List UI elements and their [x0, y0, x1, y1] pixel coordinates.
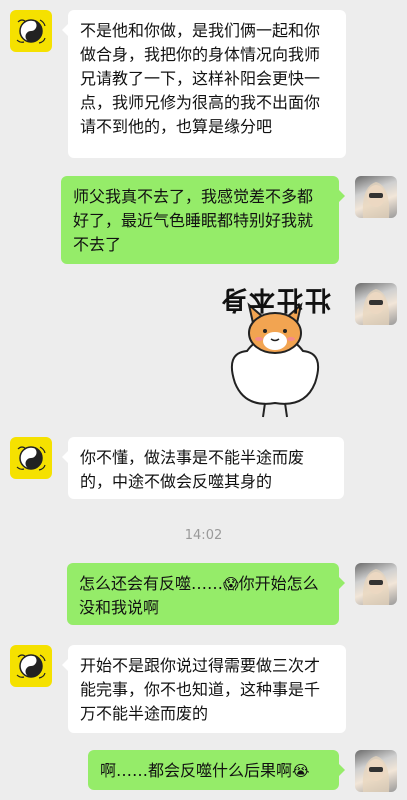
- crying-emoji-icon: 😭: [292, 762, 310, 780]
- taiji-avatar-icon: [16, 19, 46, 44]
- message-text: 啊……都会反噬什么后果啊😭: [100, 759, 327, 783]
- user-avatar[interactable]: [355, 750, 397, 792]
- user-photo-avatar-icon: [362, 569, 390, 605]
- message-text: 不是他和你做，是我们俩一起和你做合身，我把你的身体情况向我师兄请教了一下，这样补…: [80, 21, 321, 136]
- message-bubble[interactable]: 你不懂，做法事是不能半途而废的，中途不做会反噬其身的: [62, 437, 344, 499]
- user-photo-avatar-icon: [362, 756, 390, 792]
- master-avatar[interactable]: [10, 437, 52, 479]
- message-text-part: 怎么还会有反噬……: [79, 574, 224, 593]
- message-text: 你不懂，做法事是不能半途而废的，中途不做会反噬其身的: [80, 448, 305, 491]
- message-bubble[interactable]: 啊……都会反噬什么后果啊😭: [88, 750, 345, 790]
- user-photo-avatar-icon: [362, 182, 390, 218]
- master-avatar[interactable]: [10, 10, 52, 52]
- timestamp: 14:02: [184, 528, 223, 543]
- sticker-message[interactable]: 壮壮本身: [205, 283, 345, 423]
- taiji-avatar-icon: [16, 446, 46, 471]
- message-bubble[interactable]: 不是他和你做，是我们俩一起和你做合身，我把你的身体情况向我师兄请教了一下，这样补…: [62, 10, 346, 158]
- user-avatar[interactable]: [355, 176, 397, 218]
- message-bubble[interactable]: 开始不是跟你说过得需要做三次才能完事，你不也知道，这种事是千万不能半途而废的: [62, 645, 346, 733]
- scream-emoji-icon: 😱: [223, 575, 239, 593]
- message-bubble[interactable]: 师父我真不去了，我感觉差不多都好了，最近气色睡眠都特别好我就不去了: [61, 176, 345, 264]
- message-text: 师父我真不去了，我感觉差不多都好了，最近气色睡眠都特别好我就不去了: [73, 187, 314, 254]
- user-avatar[interactable]: [355, 563, 397, 605]
- master-avatar[interactable]: [10, 645, 52, 687]
- sticker-caption: 壮壮本身: [219, 284, 332, 314]
- user-photo-avatar-icon: [362, 289, 390, 325]
- taiji-avatar-icon: [16, 654, 46, 679]
- user-avatar[interactable]: [355, 283, 397, 325]
- message-text: 怎么还会有反噬……😱你开始怎么没和我说啊: [79, 572, 327, 620]
- message-text: 开始不是跟你说过得需要做三次才能完事，你不也知道，这种事是千万不能半途而废的: [80, 656, 321, 723]
- message-text-part: 啊……都会反噬什么后果啊: [100, 761, 293, 780]
- message-bubble[interactable]: 怎么还会有反噬……😱你开始怎么没和我说啊: [67, 563, 345, 625]
